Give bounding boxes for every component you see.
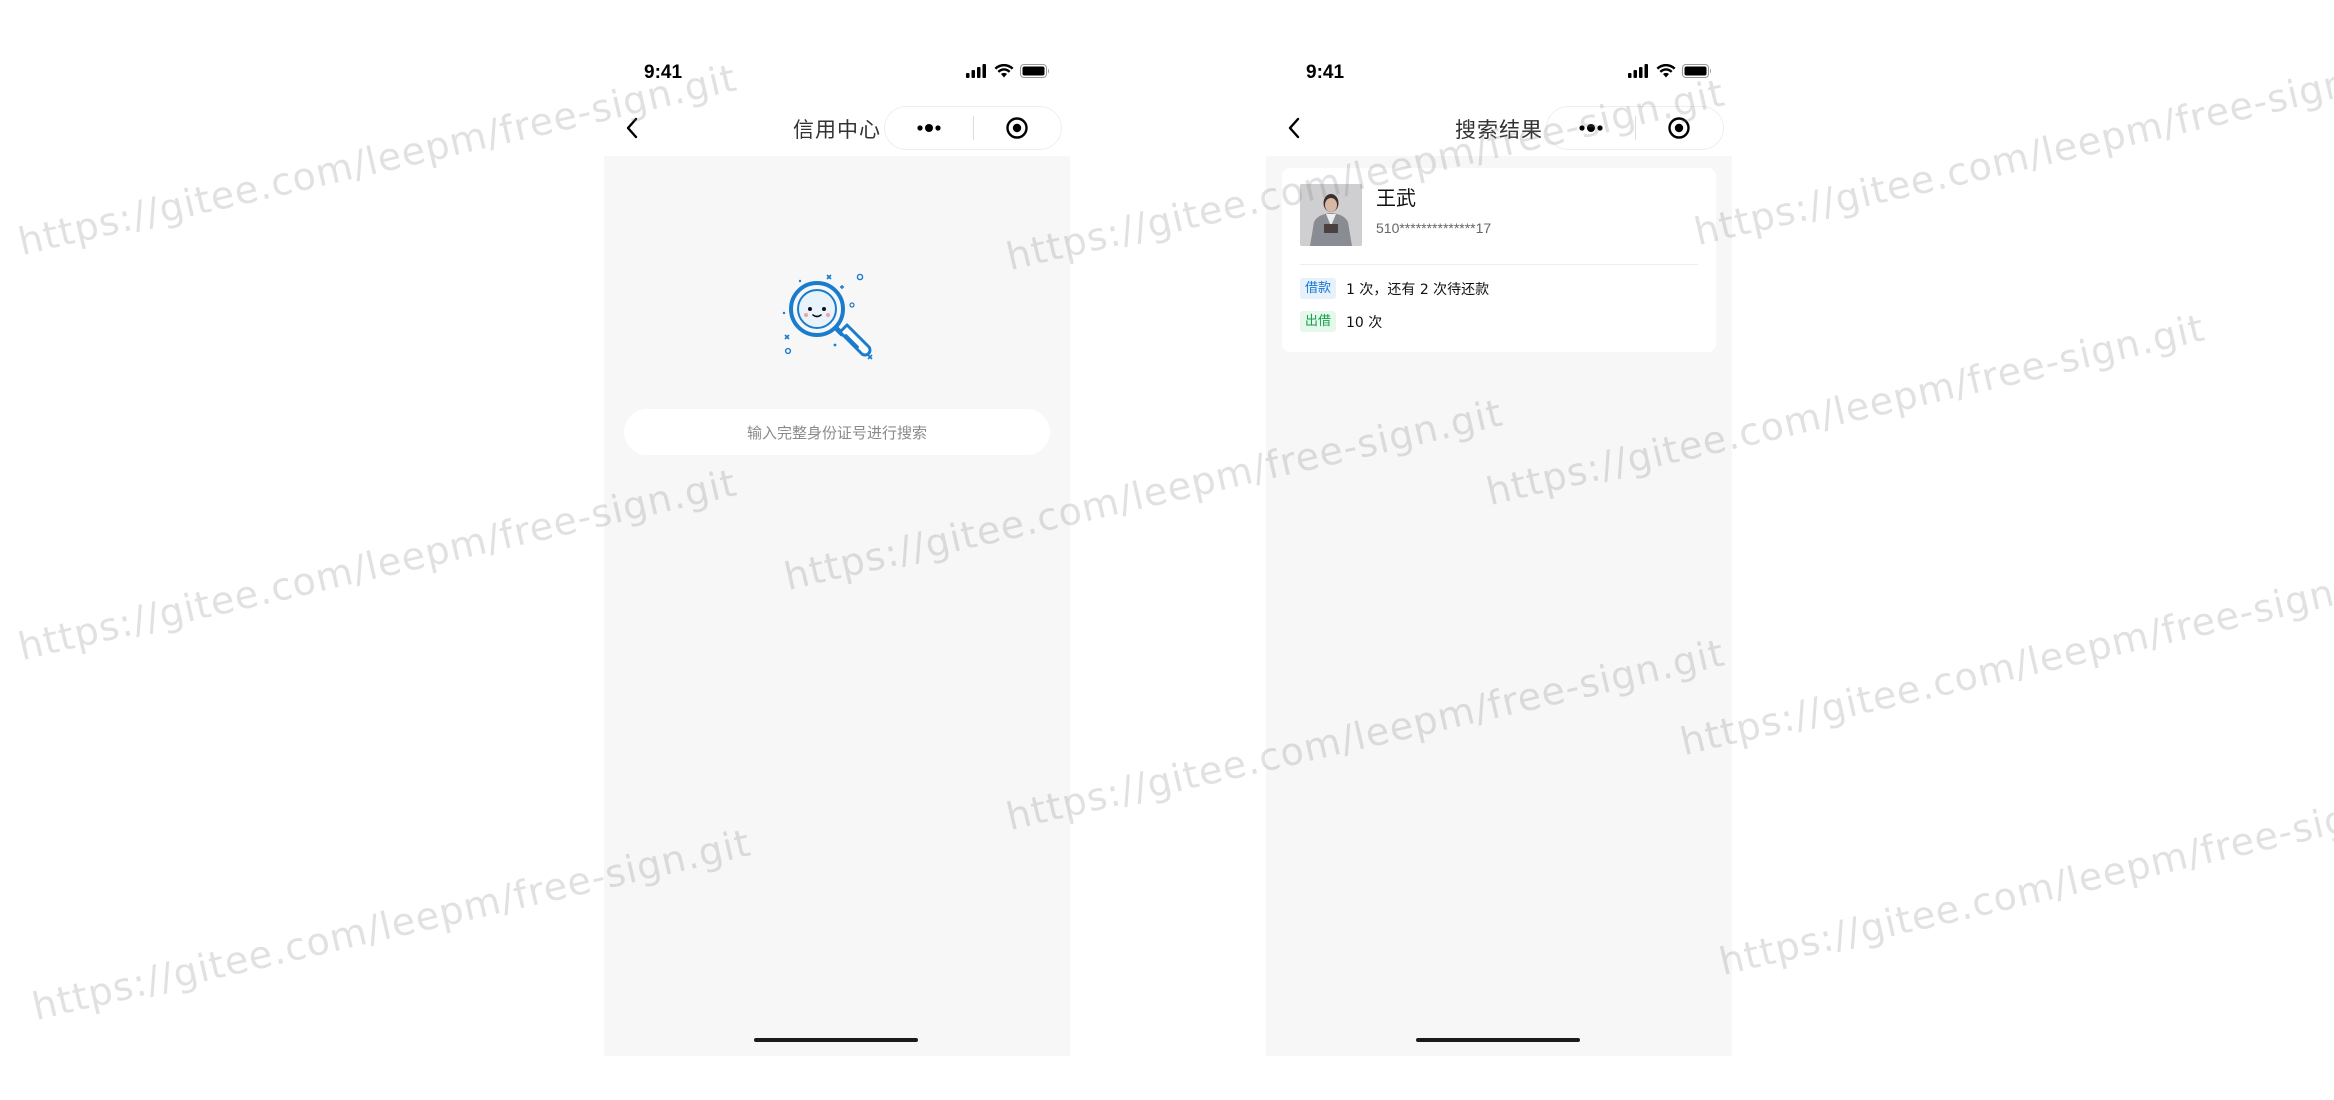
status-icons (1628, 64, 1712, 78)
watermark-text: https://gitee.com/leepm/free-sign.git (1676, 555, 2334, 764)
navigation-bar: 搜索结果 (1266, 102, 1732, 154)
phone-screen-credit-center: 9:41 信用中心 输入完整身份证号进行搜索 (604, 40, 1070, 1056)
phone-screen-search-results: 9:41 搜索结果 王武 510**************17 借款 1 次，… (1266, 40, 1732, 1056)
more-dots-icon (917, 124, 941, 132)
signal-icon (966, 64, 986, 78)
magnifier-empty-state-icon (780, 265, 890, 379)
target-close-icon (1006, 117, 1028, 139)
id-search-input[interactable]: 输入完整身份证号进行搜索 (624, 409, 1050, 455)
person-id-number: 510**************17 (1376, 220, 1492, 236)
header-area: 9:41 信用中心 (604, 40, 1070, 156)
close-mini-program-button[interactable] (1636, 107, 1724, 149)
status-time: 9:41 (1306, 62, 1345, 83)
watermark-text: https://gitee.com/leepm/free-sign.git (1715, 775, 2334, 984)
more-menu-button[interactable] (885, 107, 973, 149)
search-result-card[interactable]: 王武 510**************17 借款 1 次，还有 2 次待还款 … (1282, 168, 1716, 352)
mini-program-capsule (884, 106, 1062, 150)
borrow-tag: 借款 (1300, 278, 1337, 299)
home-indicator (1416, 1038, 1580, 1042)
more-menu-button[interactable] (1547, 107, 1635, 149)
header-area: 9:41 搜索结果 (1266, 40, 1732, 156)
search-placeholder: 输入完整身份证号进行搜索 (746, 423, 927, 442)
lend-row: 出借 10 次 (1300, 311, 1382, 332)
home-indicator (754, 1038, 918, 1042)
close-mini-program-button[interactable] (974, 107, 1062, 149)
borrow-text: 1 次，还有 2 次待还款 (1346, 281, 1490, 298)
battery-icon (1020, 64, 1049, 78)
watermark-text: https://gitee.com/leepm/free-sign.git (1690, 45, 2334, 254)
borrow-row: 借款 1 次，还有 2 次待还款 (1300, 278, 1489, 299)
lend-tag: 出借 (1300, 311, 1337, 332)
navigation-bar: 信用中心 (604, 102, 1070, 154)
card-divider (1300, 264, 1698, 265)
wifi-icon (1656, 64, 1676, 78)
more-dots-icon (1579, 124, 1603, 132)
target-close-icon (1668, 117, 1690, 139)
mini-program-capsule (1546, 106, 1724, 150)
status-icons (966, 64, 1050, 78)
lend-text: 10 次 (1346, 314, 1383, 331)
person-name: 王武 (1376, 186, 1416, 210)
wifi-icon (994, 64, 1014, 78)
person-photo-icon (1300, 184, 1362, 246)
avatar (1300, 184, 1362, 246)
signal-icon (1628, 64, 1648, 78)
battery-icon (1682, 64, 1711, 78)
status-time: 9:41 (644, 62, 683, 83)
